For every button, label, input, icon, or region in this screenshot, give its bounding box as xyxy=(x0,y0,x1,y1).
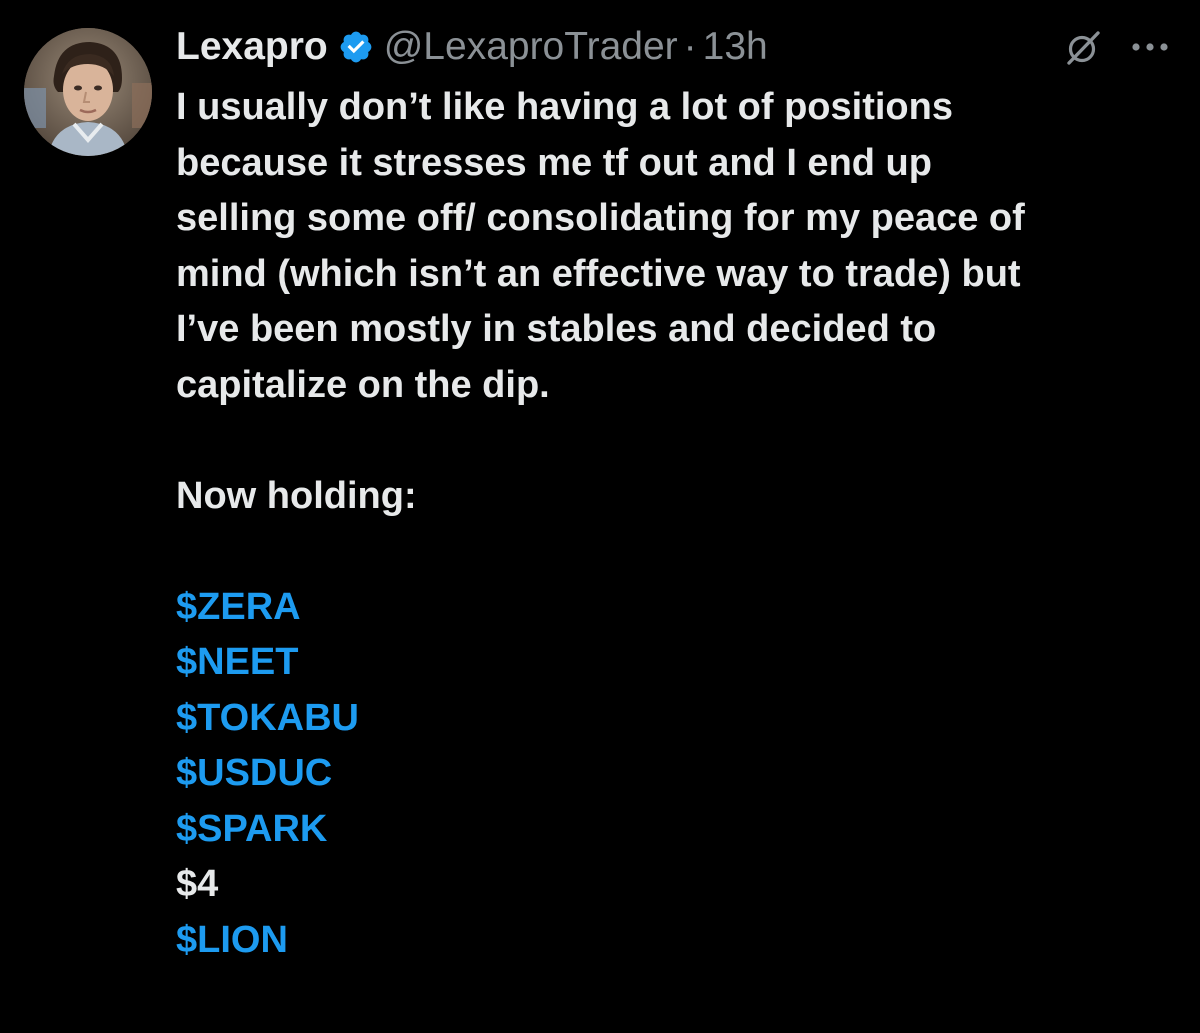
paragraph-break xyxy=(176,413,1176,469)
tweet-text-line: I usually don’t like having a lot of pos… xyxy=(176,86,953,128)
avatar[interactable] xyxy=(24,28,152,156)
more-options-icon[interactable] xyxy=(1128,32,1172,62)
cashtag-link[interactable]: $USDUC xyxy=(176,746,1176,802)
verified-badge-icon xyxy=(338,29,374,65)
cashtag-link[interactable]: $TOKABU xyxy=(176,691,1176,747)
grok-icon[interactable] xyxy=(1063,28,1103,68)
ticker-text: $4 xyxy=(176,863,219,905)
tweet-text-line: selling some off/ consolidating for my p… xyxy=(176,197,1025,239)
timestamp[interactable]: 13h xyxy=(703,22,768,72)
paragraph-break xyxy=(176,524,1176,580)
tweet-text-line: capitalize on the dip. xyxy=(176,363,550,406)
cashtag-link[interactable]: $SPARK xyxy=(176,802,1176,858)
cashtag-link[interactable]: $NEET xyxy=(176,635,1176,691)
cashtag-link[interactable]: $ZERA xyxy=(176,580,1176,636)
author-handle[interactable]: @LexaproTrader xyxy=(384,22,678,72)
tweet-text-line: because it stresses me tf out and I end … xyxy=(176,141,932,184)
separator-dot: · xyxy=(683,25,697,68)
tweet-text-line: I’ve been mostly in stables and decided … xyxy=(176,308,937,350)
tweet-text: I usually don’t like having a lot of pos… xyxy=(176,80,1176,968)
tweet-header: Lexapro @LexaproTrader · 13h xyxy=(176,22,768,72)
cashtag-link[interactable]: $LION xyxy=(176,913,1176,969)
tweet-text-line: mind (which isn’t an effective way to tr… xyxy=(176,252,1021,295)
author-name[interactable]: Lexapro xyxy=(176,22,328,72)
holding-label: Now holding: xyxy=(176,474,417,517)
